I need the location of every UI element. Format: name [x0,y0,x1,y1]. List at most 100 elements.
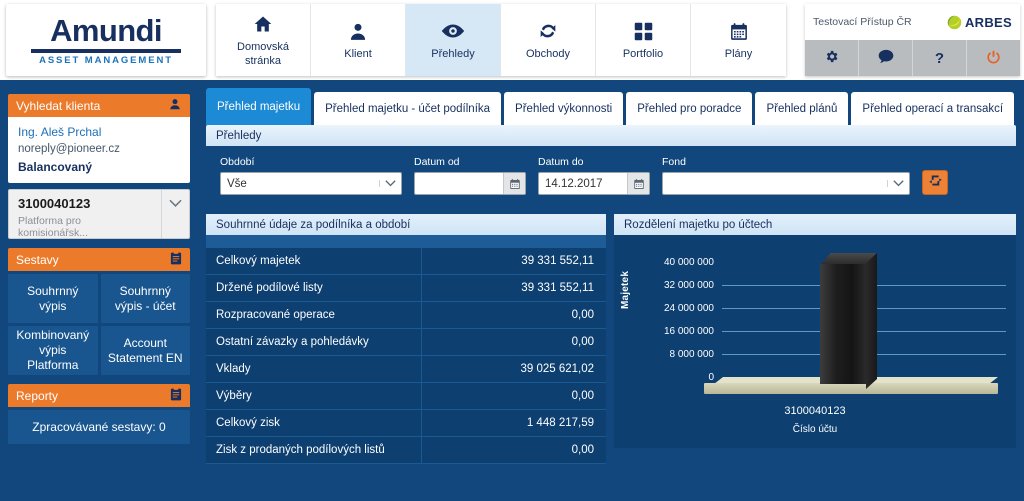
help-button[interactable]: ? [913,40,967,76]
client-info-card: Ing. Aleš Prchal noreply@pioneer.cz Bala… [8,117,190,183]
chevron-down-icon [379,180,401,187]
report-button-souhrnny-vypis-ucet[interactable]: Souhrnný výpis - účet [100,274,190,323]
date-to-value[interactable]: 14.12.2017 [539,178,627,190]
chart-y-tick: 24 000 000 [663,303,714,314]
fund-select[interactable] [662,172,910,195]
sestavy-header: Sestavy [8,248,190,271]
brand-name: Amundi [50,12,162,48]
summary-panel-title: Souhrnné údaje za podílníka a období [206,214,606,235]
client-strategy: Balancovaný [18,160,93,174]
row-label: Celkový majetek [216,255,301,267]
row-value: 0,00 [421,383,606,409]
table-row: Ostatní závazky a pohledávky 0,00 [206,329,606,356]
chart-y-tick: 32 000 000 [663,280,714,291]
chevron-down-icon[interactable] [161,190,189,238]
client-email: noreply@pioneer.cz [18,143,120,155]
date-from-input-group[interactable] [414,172,526,195]
eye-icon [440,18,466,44]
row-label: Celkový zisk [216,417,280,429]
report-button-kombinovany-vypis[interactable]: Kombinovaný výpis Platforma [8,326,98,375]
chart-y-tick: 0 [708,372,714,383]
chart-floor [704,383,998,394]
date-from-field: Datum od [414,156,526,195]
tab-prehled-vykonnosti[interactable]: Přehled výkonnosti [504,92,624,125]
account-selector[interactable]: 3100040123 Platforma pro komisionářsk... [8,189,190,239]
calendar-icon [729,18,749,44]
summary-panel: Souhrnné údaje za podílníka a období Cel… [206,214,606,464]
apply-filter-button[interactable] [922,170,948,195]
table-row: Držené podílové listy 39 331 552,11 [206,275,606,302]
nav-label-plany: Plány [724,48,753,61]
row-value: 0,00 [421,302,606,328]
tab-prehled-pro-poradce[interactable]: Přehled pro poradce [626,92,753,125]
top-bar: Amundi ASSET MANAGEMENT Domovská stránka… [0,0,1024,80]
row-label: Vklady [216,363,251,375]
arbes-text: ARBES [964,14,1012,30]
nav-item-plany[interactable]: Plány [691,4,786,76]
date-to-input-group[interactable]: 14.12.2017 [538,172,650,195]
row-value: 39 331 552,11 [421,275,606,301]
row-label: Výběry [216,390,252,402]
table-row: Celkový majetek 39 331 552,11 [206,248,606,275]
reporty-header: Reporty [8,384,190,407]
nav-item-obchody[interactable]: Obchody [501,4,596,76]
user-label: Testovací Přístup ČR [813,16,912,28]
summary-table: Celkový majetek 39 331 552,11 Držené pod… [206,235,606,464]
nav-label-obchody: Obchody [525,48,571,61]
nav-item-prehledy[interactable]: Přehledy [406,4,501,76]
nav-item-client[interactable]: Klient [311,4,406,76]
row-value: 39 331 552,11 [421,248,606,274]
content-area: Souhrnné údaje za podílníka a období Cel… [206,214,1016,464]
chart-x-category: 3100040123 [784,405,846,417]
nav-label-home: Domovská stránka [237,41,289,67]
tab-prehled-majetku-ucet-podilnika[interactable]: Přehled majetku - účet podílníka [314,92,502,125]
main-content: Přehled majetku Přehled majetku - účet p… [206,88,1016,501]
chart-bar[interactable] [820,264,866,384]
chart-bar-group [820,253,878,389]
table-row: Vklady 39 025 621,02 [206,356,606,383]
calendar-icon[interactable] [503,173,525,194]
table-row: Rozpracované operace 0,00 [206,302,606,329]
chart-plot-area: Majetek 40 000 000 32 000 000 24 000 000… [614,235,1016,448]
report-button-souhrnny-vypis[interactable]: Souhrnný výpis [8,274,98,323]
home-icon [252,11,274,37]
row-value: 0,00 [421,329,606,355]
chevron-down-icon [887,180,909,187]
filter-bar: Období Vše Datum od Datum do 14.12.2017 … [206,146,1016,207]
tab-prehled-operaci-a-transakci[interactable]: Přehled operací a transakcí [851,92,1015,125]
table-row: Celkový zisk 1 448 217,59 [206,410,606,437]
reporty-title: Reporty [16,388,59,403]
client-name[interactable]: Ing. Aleš Prchal [18,125,180,139]
asset-distribution-chart: Majetek 40 000 000 32 000 000 24 000 000… [614,235,1016,448]
report-button-account-statement-en[interactable]: Account Statement EN [100,326,190,375]
chart-panel-title: Rozdělení majetku po účtech [614,214,1016,235]
messages-button[interactable] [859,40,913,76]
fund-label: Fond [662,156,686,168]
period-select[interactable]: Vše [220,172,402,195]
table-row: Zisk z prodaných podílových listů 0,00 [206,437,606,464]
account-selector-text: 3100040123 Platforma pro komisionářsk... [9,190,161,239]
table-row: Výběry 0,00 [206,383,606,410]
row-label: Držené podílové listy [216,282,323,294]
chart-y-tick: 16 000 000 [663,326,714,337]
calendar-icon[interactable] [627,173,649,194]
nav-label-client: Klient [344,48,372,61]
clipboard-icon[interactable] [170,387,182,404]
fund-field: Fond [662,156,910,195]
arbes-logo: ARBES [947,15,1012,30]
person-icon [348,18,368,44]
tab-prehled-majetku[interactable]: Přehled majetku [206,88,312,125]
period-field: Období Vše [220,156,402,195]
row-value: 39 025 621,02 [421,356,606,382]
search-client-header[interactable]: Vyhledat klienta [8,94,190,117]
date-to-label: Datum do [538,156,584,168]
summary-table-header-strip [206,235,606,248]
tab-prehled-planu[interactable]: Přehled plánů [755,92,849,125]
nav-item-portfolio[interactable]: Portfolio [596,4,691,76]
logout-button[interactable] [967,40,1020,76]
settings-button[interactable] [805,40,859,76]
chart-panel: Rozdělení majetku po účtech Majetek 40 0… [614,214,1016,464]
nav-item-home[interactable]: Domovská stránka [216,4,311,76]
clipboard-icon[interactable] [170,251,182,268]
